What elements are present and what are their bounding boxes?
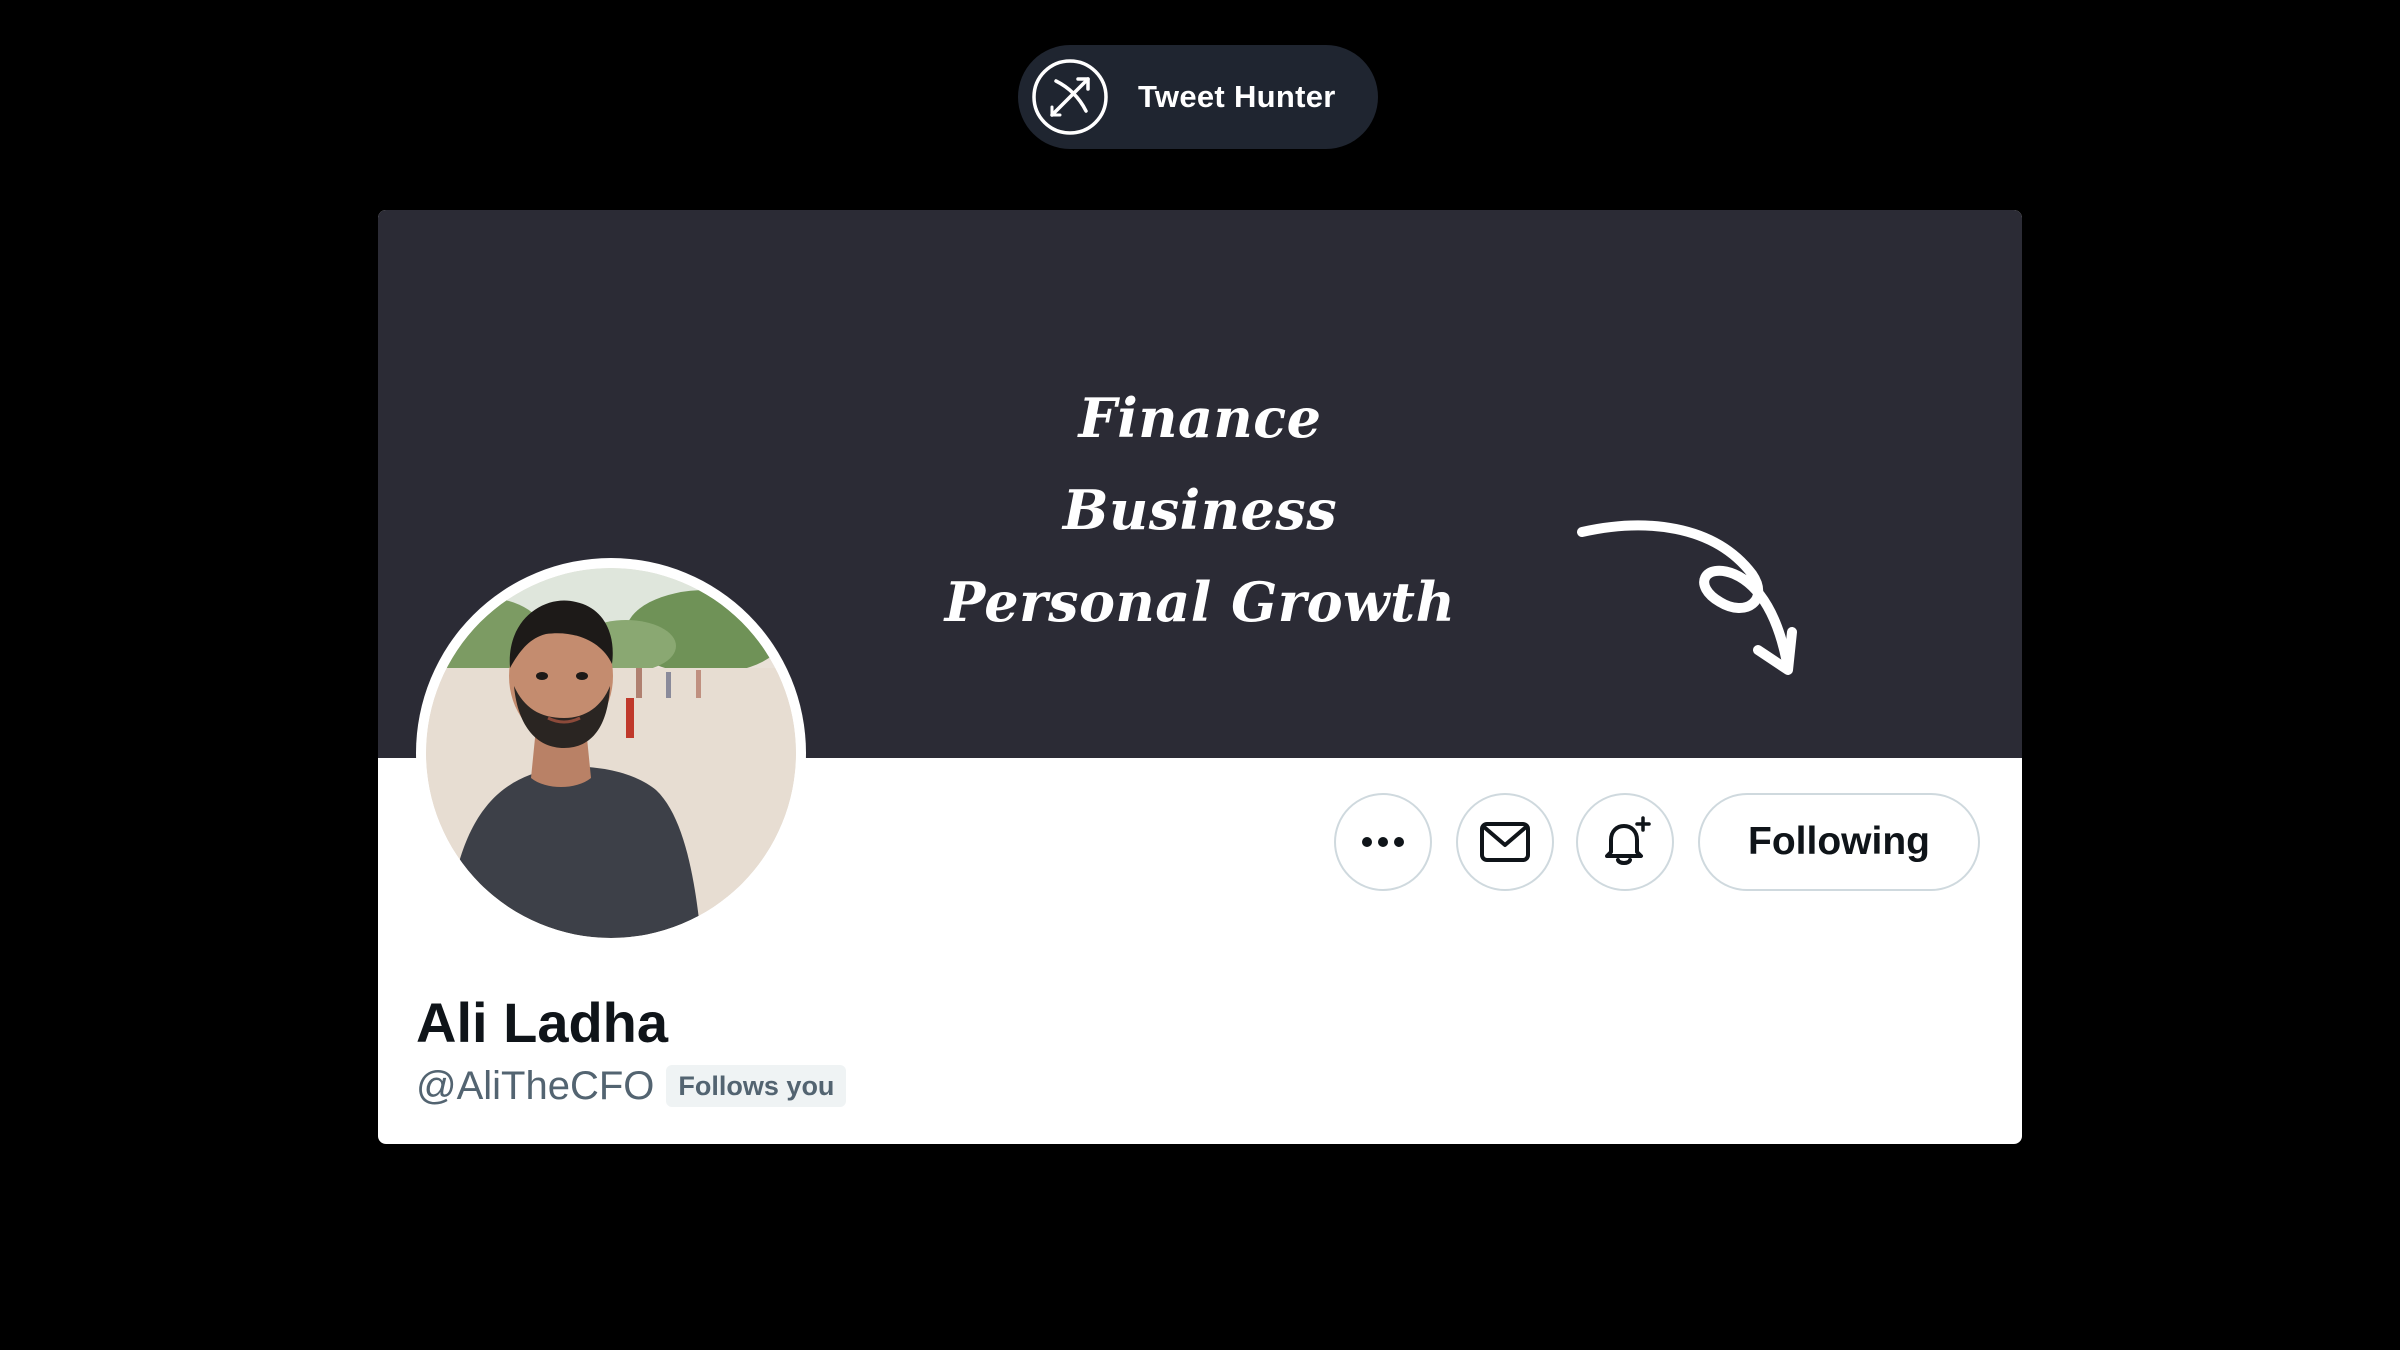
profile-card: Finance Business Personal Growth Followi…: [378, 210, 2022, 1144]
bow-and-arrow-icon: [1030, 57, 1110, 137]
avatar[interactable]: [416, 558, 806, 948]
brand-badge[interactable]: Tweet Hunter: [1018, 45, 1378, 149]
notifications-button[interactable]: [1576, 793, 1674, 891]
more-options-button[interactable]: [1334, 793, 1432, 891]
handle-row: @AliTheCFO Follows you: [416, 1062, 847, 1110]
user-handle[interactable]: @AliTheCFO: [416, 1062, 654, 1110]
message-button[interactable]: [1456, 793, 1554, 891]
more-options-icon: [1362, 837, 1404, 847]
avatar-photo: [426, 568, 796, 938]
bell-plus-icon: [1605, 816, 1651, 865]
curly-arrow-icon: [1577, 520, 1797, 675]
follows-you-badge: Follows you: [666, 1065, 847, 1107]
banner-line-finance: Finance: [1078, 386, 1322, 450]
brand-name: Tweet Hunter: [1138, 79, 1336, 114]
envelope-icon: [1480, 822, 1530, 862]
display-name: Ali Ladha: [416, 991, 669, 1054]
page-stage: Tweet Hunter Finance Business Personal G…: [0, 0, 2400, 1350]
following-button[interactable]: Following: [1698, 793, 1980, 891]
